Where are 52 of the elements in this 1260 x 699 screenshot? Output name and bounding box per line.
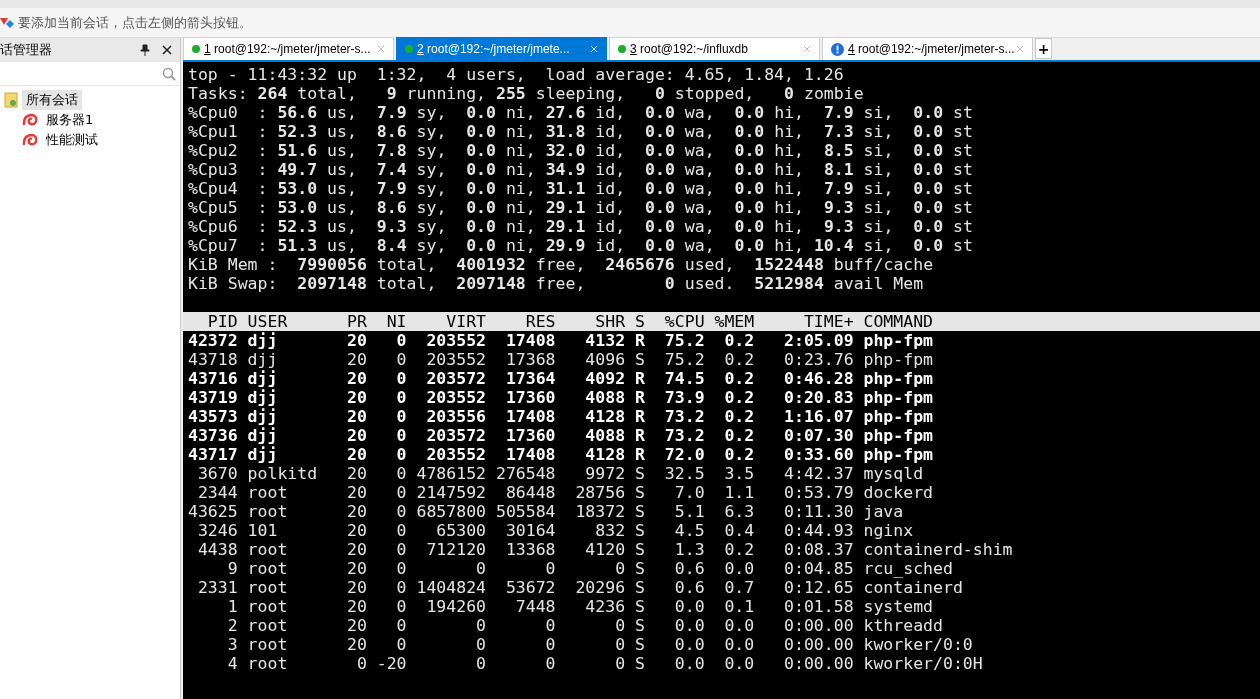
tree-item[interactable]: 所有会话 [22,90,82,110]
terminal-line: KiB Swap: 2097148 total, 2097148 free, 0 used. 5212984 avail Mem [188,274,924,293]
process-row: 43719 djj 20 0 203552 17360 4088 R 73.9 0.2 0:20.83 php-fpm [188,388,934,407]
terminal-line: %Cpu1 : 52.3 us, 8.6 sy, 0.0 ni, 31.8 id, 0.0 wa, 0.0 hi, 7.3 si, 0.0 st [188,122,973,141]
terminal-line: %Cpu7 : 51.3 us, 8.4 sy, 0.0 ni, 29.9 id, 0.0 wa, 0.0 hi, 10.4 si, 0.0 st [188,236,973,255]
tab-label: 1 root@192:~/jmeter/jmeter-s... [204,41,372,58]
terminal-line: Tasks: 264 total, 9 running, 255 sleeping, 0 stopped, 0 zombie [188,84,864,103]
column-header: PID USER PR NI VIRT RES SHR S %CPU %MEM TIME+ COMMAND [183,312,1260,331]
process-row: 43718 djj 20 0 203552 17368 4096 S 75.2 0.2 0:23.76 php-fpm [188,350,934,369]
terminal-line: %Cpu4 : 53.0 us, 7.9 sy, 0.0 ni, 31.1 id, 0.0 wa, 0.0 hi, 7.9 si, 0.0 st [188,179,973,198]
pin-icon[interactable] [140,44,150,56]
tree-item[interactable]: 性能测试 [42,130,102,150]
terminal-line: %Cpu3 : 49.7 us, 7.4 sy, 0.0 ni, 34.9 id, 0.0 wa, 0.0 hi, 8.1 si, 0.0 st [188,160,973,179]
terminal-line: top - 11:43:32 up 1:32, 4 users, load average: 4.65, 1.84, 1.26 [188,65,844,84]
tab-label: 2 root@192:~/jmeter/jmete... [417,41,571,58]
swirl-icon [22,133,38,147]
panel-title: 话管理器 [0,41,52,60]
tab[interactable]: 2 root@192:~/jmeter/jmete... [396,37,607,60]
process-row-text: 2 root 20 0 0 0 0 S 0.0 0.0 0:00.00 kthreadd [226,616,943,635]
terminal-line: %Cpu5 : 53.0 us, 8.6 sy, 0.0 ni, 29.1 id, 0.0 wa, 0.0 hi, 9.3 si, 0.0 st [188,198,973,217]
process-row-text: 9 root 20 0 0 0 0 S 0.6 0.0 0:04.85 rcu_sched [226,559,953,578]
process-row: 43716 djj 20 0 203572 17364 4092 R 74.5 0.2 0:46.28 php-fpm [188,369,934,388]
tab[interactable]: 4 root@192:~/jmeter/jmeter-s... [822,37,1033,60]
terminal-line: KiB Mem : 7990056 total, 4001932 free, 2465676 used, 1522448 buff/cache [188,255,934,274]
process-row-text: 1 root 20 0 194260 7448 4236 S 0.0 0.1 0:01.58 systemd [226,597,934,616]
process-row-text: 3246 101 20 0 65300 30164 832 S 4.5 0.4 0:44.93 nginx [196,521,914,540]
tab[interactable]: 1 root@192:~/jmeter/jmeter-s... [183,37,394,60]
folder-icon [4,92,18,108]
terminal-line: %Cpu6 : 52.3 us, 9.3 sy, 0.0 ni, 29.1 id, 0.0 wa, 0.0 hi, 9.3 si, 0.0 st [188,217,973,236]
tab[interactable]: 3 root@192:~/influxdb [609,37,820,60]
terminal-line: %Cpu2 : 51.6 us, 7.8 sy, 0.0 ni, 32.0 id, 0.0 wa, 0.0 hi, 8.5 si, 0.0 st [188,141,973,160]
process-row-text: 4438 root 20 0 712120 13368 4120 S 1.3 0.2 0:08.37 containerd-shim [196,540,1013,559]
terminal-line: %Cpu0 : 56.6 us, 7.9 sy, 0.0 ni, 27.6 id, 0.0 wa, 0.0 hi, 7.9 si, 0.0 st [188,103,973,122]
process-row-text: 3 root 20 0 0 0 0 S 0.0 0.0 0:00.00 kworker/0:0 [226,635,973,654]
process-row: 42372 djj 20 0 203552 17408 4132 R 75.2 0.2 2:05.09 php-fpm [188,331,934,350]
process-row: 43625 root 20 0 6857800 505584 18372 S 5.1 6.3 0:11.30 java [188,502,904,521]
swirl-icon [22,113,38,127]
process-row: 43573 djj 20 0 203556 17408 4128 R 73.2 0.2 1:16.07 php-fpm [188,407,934,426]
process-row: 43717 djj 20 0 203552 17408 4128 R 72.0 0.2 0:33.60 php-fpm [188,445,934,464]
process-row-text: 3670 polkitd 20 0 4786152 276548 9972 S 32.5 3.5 4:42.37 mysqld [196,464,924,483]
hint-text: 要添加当前会话，点击左侧的箭头按钮。 [18,13,252,32]
new-tab-button[interactable]: + [1035,38,1052,59]
process-row-text: 4 root 0 -20 0 0 0 S 0.0 0.0 0:00.00 kworker/0:0H [226,654,983,673]
tab-label: 4 root@192:~/jmeter/jmeter-s... [848,41,1012,58]
search-icon[interactable] [162,66,176,81]
arrow-icon [0,15,14,30]
tree-item[interactable]: 服务器1 [42,110,98,130]
process-row-text: 2344 root 20 0 2147592 86448 28756 S 7.0 1.1 0:53.79 dockerd [196,483,934,502]
process-row-text: 2331 root 20 0 1404824 53672 20296 S 0.6 0.7 0:12.65 containerd [196,578,963,597]
tab-label: 3 root@192:~/influxdb [630,41,749,58]
close-icon[interactable] [162,45,172,55]
process-row: 43736 djj 20 0 203572 17360 4088 R 73.2 0.2 0:07.30 php-fpm [188,426,934,445]
